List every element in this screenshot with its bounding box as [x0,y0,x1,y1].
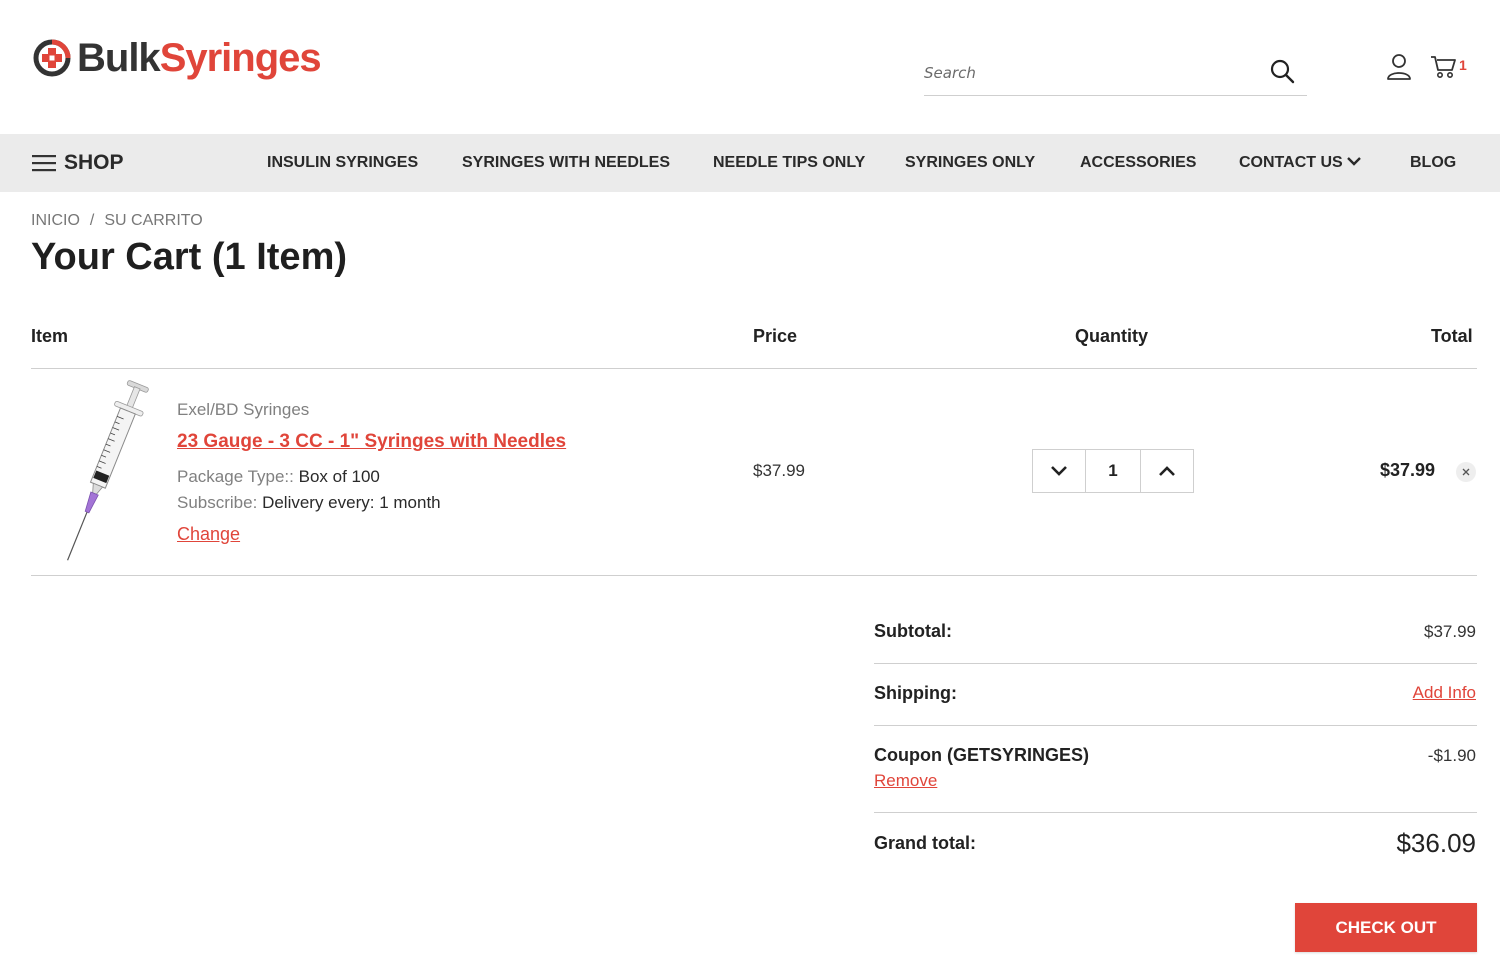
totals-divider [874,812,1477,813]
contact-us-label: CONTACT US [1239,154,1343,171]
coupon-label: Coupon (GETSYRINGES) [874,745,1089,765]
totals-divider [874,663,1477,664]
item-total: $37.99 [1380,460,1436,480]
totals-divider [874,725,1477,726]
product-option-package: Package Type:: Box of 100 [177,467,380,487]
grand-total-label: Grand total: [874,833,976,853]
column-header-quantity: Quantity [1075,326,1149,346]
chevron-down-icon [1051,466,1067,476]
quantity-input[interactable]: 1 [1085,450,1141,492]
quantity-increase-button[interactable] [1141,450,1193,492]
search-input[interactable] [924,60,1244,86]
subtotal-value: $37.99 [1424,622,1476,641]
chevron-down-icon [1346,157,1361,166]
main-nav: SHOP INSULIN SYRINGES SYRINGES WITH NEED… [0,134,1500,192]
nav-item-syringes-only[interactable]: SYRINGES ONLY [905,134,1035,192]
product-option-subscribe: Subscribe: Delivery every: 1 month [177,493,441,513]
cart-icon[interactable] [1430,54,1458,80]
shipping-label: Shipping: [874,683,957,703]
quantity-decrease-button[interactable] [1033,450,1085,492]
option-value: Box of 100 [298,467,380,486]
breadcrumb-cart[interactable]: SU CARRITO [104,212,202,230]
grand-total-value: $36.09 [1396,828,1476,858]
medical-cross-icon [33,39,71,77]
logo-wordmark: BulkSyringes [77,36,322,80]
nav-item-insulin-syringes[interactable]: INSULIN SYRINGES [267,134,418,192]
search-icon[interactable] [1269,58,1295,84]
product-image[interactable] [40,374,150,570]
coupon-value: -$1.90 [1427,746,1476,765]
table-divider [31,575,1477,576]
nav-item-syringes-with-needles[interactable]: SYRINGES WITH NEEDLES [462,134,670,192]
nav-item-contact-us[interactable]: CONTACT US [1239,134,1361,192]
column-header-item: Item [31,326,69,346]
option-key: Subscribe: [177,493,258,512]
chevron-up-icon [1159,466,1175,476]
close-icon [1462,468,1470,476]
page-title: Your Cart (1 Item) [31,236,348,278]
option-key: Package Type:: [177,467,294,486]
shop-menu-button[interactable]: SHOP [32,134,124,192]
subtotal-label: Subtotal: [874,621,952,641]
column-header-total: Total [1431,326,1473,346]
option-value: Delivery every: 1 month [262,493,441,512]
product-name-link[interactable]: 23 Gauge - 3 CC - 1" Syringes with Needl… [177,431,566,453]
nav-item-blog[interactable]: BLOG [1410,134,1456,192]
change-options-link[interactable]: Change [177,524,240,545]
site-logo[interactable]: BulkSyringes [33,36,322,80]
hamburger-icon [32,155,56,172]
table-divider [31,368,1477,369]
remove-item-button[interactable] [1456,462,1476,482]
quantity-stepper: 1 [1032,449,1194,493]
shop-label: SHOP [64,151,124,174]
cart-count-badge[interactable]: 1 [1459,57,1467,73]
user-icon[interactable] [1386,53,1412,81]
column-header-price: Price [753,326,798,346]
nav-item-accessories[interactable]: ACCESSORIES [1080,134,1196,192]
item-price: $37.99 [753,461,805,480]
checkout-button[interactable]: CHECK OUT [1295,903,1477,952]
breadcrumb-home[interactable]: INICIO [31,212,80,230]
shipping-add-info-link[interactable]: Add Info [1413,683,1476,703]
coupon-remove-link[interactable]: Remove [874,771,937,791]
site-header: BulkSyringes 1 [0,0,1500,134]
nav-item-needle-tips-only[interactable]: NEEDLE TIPS ONLY [713,134,865,192]
product-brand: Exel/BD Syringes [177,400,310,419]
breadcrumb: INICIO / SU CARRITO [31,212,203,230]
breadcrumb-separator: / [89,212,95,229]
search-bar [924,52,1307,96]
